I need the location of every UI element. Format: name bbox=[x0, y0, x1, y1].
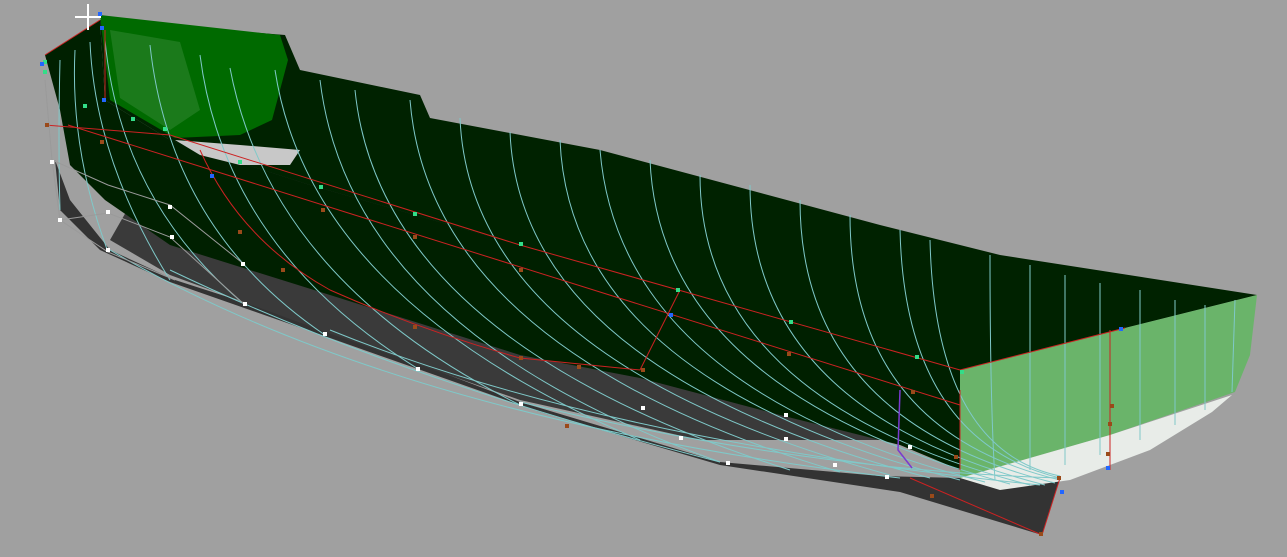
hull-render[interactable] bbox=[0, 0, 1287, 557]
3d-viewport[interactable] bbox=[0, 0, 1287, 557]
